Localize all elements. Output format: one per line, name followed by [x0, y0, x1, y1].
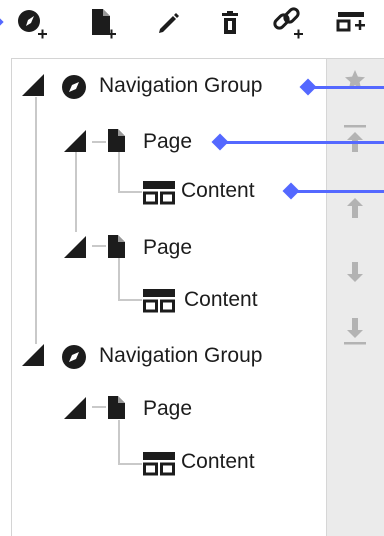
tree-guide-line [75, 152, 77, 232]
arrow-to-bottom-icon [344, 318, 366, 345]
tree-node-navigation-group[interactable]: Navigation Group [20, 72, 320, 100]
content-icon [143, 452, 175, 476]
compass-icon [62, 75, 86, 99]
connector-line [224, 141, 384, 144]
arrow-to-top-icon [344, 125, 366, 152]
tree-guide-line [118, 191, 142, 193]
tree-node-page[interactable]: Page [62, 394, 312, 422]
toolbar-connector-marker [0, 16, 4, 28]
tree-node-label: Content [184, 288, 258, 311]
connector-line [312, 86, 384, 89]
arrow-down-icon [347, 262, 363, 282]
tree-node-content[interactable]: Content [140, 448, 320, 476]
content-plus-icon [336, 12, 365, 32]
edit-button[interactable] [150, 4, 188, 42]
add-navigation-group-button[interactable] [13, 4, 51, 42]
page-plus-icon [92, 9, 116, 39]
tree-node-label: Content [181, 450, 255, 473]
tree-guide-line [118, 463, 142, 465]
delete-button[interactable] [211, 4, 249, 42]
content-icon [143, 289, 175, 313]
tree-guide-line [118, 258, 120, 300]
add-page-button[interactable] [84, 4, 122, 42]
tree-node-label: Navigation Group [99, 74, 263, 97]
tree-node-page[interactable]: Page [62, 233, 312, 261]
move-up-button[interactable] [333, 190, 377, 226]
expand-caret-icon[interactable] [64, 130, 86, 152]
toolbar [0, 0, 384, 46]
expand-caret-icon[interactable] [22, 74, 44, 96]
tree-node-label: Page [143, 397, 193, 420]
trash-icon [222, 11, 238, 34]
move-down-button[interactable] [333, 254, 377, 290]
tree-node-label: Navigation Group [99, 344, 263, 367]
tree-guide-line [118, 152, 120, 192]
add-link-button[interactable] [270, 4, 308, 42]
compass-icon [62, 345, 86, 369]
pencil-icon [159, 13, 179, 33]
tree-node-navigation-group[interactable]: Navigation Group [20, 342, 320, 370]
arrow-up-icon [347, 198, 363, 218]
tree-guide-line [118, 420, 120, 464]
tree-guide-line [118, 299, 142, 301]
expand-caret-icon[interactable] [22, 344, 44, 366]
tree-node-label: Page [143, 236, 193, 259]
page-icon [108, 235, 125, 258]
connector-line [295, 190, 384, 193]
link-plus-icon [273, 7, 303, 39]
expand-caret-icon[interactable] [64, 236, 86, 258]
content-icon [143, 181, 175, 205]
page-icon [108, 129, 125, 152]
move-to-top-button[interactable] [333, 120, 377, 156]
move-to-bottom-button[interactable] [333, 314, 377, 350]
star-button[interactable] [333, 62, 377, 98]
tree-node-label: Page [143, 130, 193, 153]
tree-node-content[interactable]: Content [140, 285, 320, 313]
tree-node-label: Content [181, 179, 255, 202]
add-content-button[interactable] [333, 4, 371, 42]
page-icon [108, 396, 125, 419]
tree-guide-line [35, 97, 37, 344]
expand-caret-icon[interactable] [64, 397, 86, 419]
compass-plus-icon [18, 10, 47, 39]
